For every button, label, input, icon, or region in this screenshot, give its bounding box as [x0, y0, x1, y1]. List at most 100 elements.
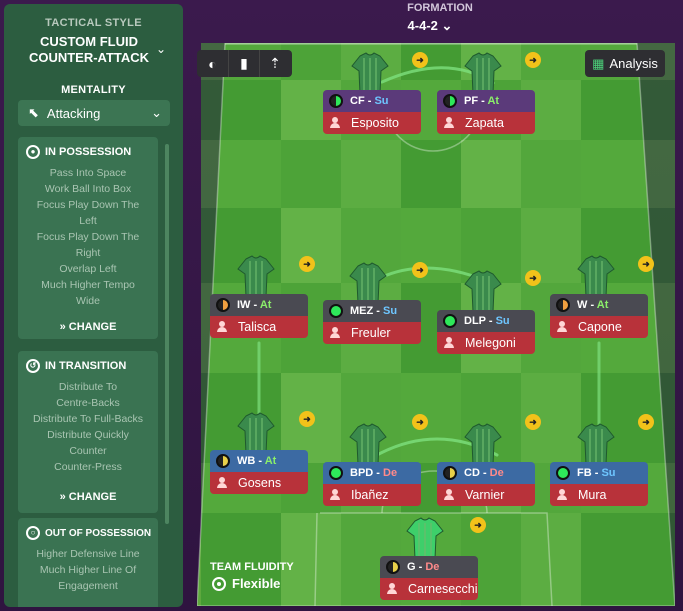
player-instruction-icon[interactable]: ➜ — [525, 52, 541, 68]
team-fluidity-label: TEAM FLUIDITY — [210, 561, 294, 573]
contrast-icon[interactable]: ◐ — [197, 50, 228, 77]
analysis-button[interactable]: ▦ Analysis — [585, 50, 665, 77]
ball-icon: ● — [26, 145, 40, 159]
person-icon — [216, 321, 228, 333]
player-name-bar[interactable]: Mura — [550, 484, 648, 506]
role-label: CD - De — [464, 467, 504, 479]
player-role[interactable]: IW - At — [210, 294, 308, 316]
player-name: Carnesecchi — [408, 582, 478, 596]
pitch-zone — [401, 140, 461, 208]
player-role[interactable]: W - At — [550, 294, 648, 316]
bar-chart-icon[interactable]: ▮ — [228, 50, 259, 77]
formation-selector[interactable]: 4-4-2 ⌄ — [370, 18, 490, 34]
player-role[interactable]: CF - Su — [323, 90, 421, 112]
pitch-zone — [281, 140, 341, 208]
player-card[interactable]: CD - De Varnier — [437, 462, 535, 506]
player-instruction-icon[interactable]: ➜ — [638, 414, 654, 430]
in-transition-change-button[interactable]: » CHANGE — [18, 491, 158, 503]
player-role[interactable]: DLP - Su — [437, 310, 535, 332]
player-name-bar[interactable]: Carnesecchi — [380, 578, 478, 600]
player-name-bar[interactable]: Esposito — [323, 112, 421, 134]
player-role[interactable]: MEZ - Su — [323, 300, 421, 322]
player-card[interactable]: IW - At Talisca — [210, 294, 308, 338]
player-card[interactable]: WB - At Gosens — [210, 450, 308, 494]
pitch-zone — [201, 513, 281, 606]
player-role[interactable]: BPD - De — [323, 462, 421, 484]
player-shirt-icon — [463, 423, 503, 467]
change-label: CHANGE — [68, 491, 117, 503]
player-role[interactable]: G - De — [380, 556, 478, 578]
player-instruction-icon[interactable]: ➜ — [470, 517, 486, 533]
player-name-bar[interactable]: Capone — [550, 316, 648, 338]
in-possession-change-button[interactable]: » CHANGE — [18, 321, 158, 333]
player-card[interactable]: W - At Capone — [550, 294, 648, 338]
role-familiarity-icon — [329, 466, 343, 480]
player-instruction-icon[interactable]: ➜ — [412, 414, 428, 430]
role-familiarity-icon — [556, 298, 570, 312]
player-shirt-icon — [348, 423, 388, 467]
player-role[interactable]: CD - De — [437, 462, 535, 484]
tactical-style-name[interactable]: CUSTOM FLUID COUNTER-ATTACK — [14, 34, 164, 66]
player-instruction-icon[interactable]: ➜ — [299, 411, 315, 427]
player-instruction-icon[interactable]: ➜ — [412, 52, 428, 68]
player-card[interactable]: CF - Su Esposito — [323, 90, 421, 134]
role-label: IW - At — [237, 299, 272, 311]
out-of-possession-panel[interactable]: ○ OUT OF POSSESSION Higher Defensive Line… — [18, 518, 158, 607]
player-name-bar[interactable]: Talisca — [210, 316, 308, 338]
analysis-label: Analysis — [609, 56, 658, 71]
player-instruction-icon[interactable]: ➜ — [412, 262, 428, 278]
in-transition-panel[interactable]: ↺ IN TRANSITION Distribute To Centre-Backs… — [18, 351, 158, 513]
person-icon — [556, 321, 568, 333]
player-card[interactable]: FB - Su Mura — [550, 462, 648, 506]
player-role[interactable]: PF - At — [437, 90, 535, 112]
person-icon — [556, 489, 568, 501]
player-name-bar[interactable]: Ibañez — [323, 484, 421, 506]
player-name-bar[interactable]: Freuler — [323, 322, 421, 344]
player-shirt-icon — [463, 270, 503, 314]
role-label: W - At — [577, 299, 609, 311]
team-fluidity-selector[interactable]: Flexible — [212, 576, 280, 591]
pitch-zone — [401, 373, 461, 463]
role-label: G - De — [407, 561, 440, 573]
player-card[interactable]: G - De Carnesecchi — [380, 556, 478, 600]
instruction-item: Counter-Press — [54, 461, 122, 473]
pitch-zone — [201, 140, 281, 208]
role-familiarity-icon — [443, 94, 457, 108]
player-instruction-icon[interactable]: ➜ — [525, 414, 541, 430]
chevron-down-icon[interactable]: ⌄ — [156, 42, 166, 56]
player-card[interactable]: MEZ - Su Freuler — [323, 300, 421, 344]
player-shirt-icon — [576, 255, 616, 299]
change-label: CHANGE — [68, 321, 117, 333]
role-familiarity-icon — [329, 304, 343, 318]
player-instruction-icon[interactable]: ➜ — [638, 256, 654, 272]
player-name-bar[interactable]: Melegoni — [437, 332, 535, 354]
person-icon — [216, 477, 228, 489]
mentality-dropdown[interactable]: ⬉ Attacking ⌄ — [18, 100, 170, 126]
instruction-item: Left — [79, 215, 97, 227]
sidebar-scrollbar[interactable] — [165, 144, 169, 524]
instruction-item: Work Ball Into Box — [44, 183, 132, 195]
grid-icon: ▦ — [592, 55, 605, 71]
player-role[interactable]: FB - Su — [550, 462, 648, 484]
player-card[interactable]: BPD - De Ibañez — [323, 462, 421, 506]
style-name-line2: COUNTER-ATTACK — [28, 50, 150, 65]
pitch-zone — [341, 140, 401, 208]
role-familiarity-icon — [216, 298, 230, 312]
player-instruction-icon[interactable]: ➜ — [525, 270, 541, 286]
player-card[interactable]: PF - At Zapata — [437, 90, 535, 134]
view-toolbar: ◐ ▮ ⇡ — [197, 50, 292, 77]
shield-icon: ○ — [26, 526, 40, 540]
player-name-bar[interactable]: Zapata — [437, 112, 535, 134]
upload-icon[interactable]: ⇡ — [259, 50, 290, 77]
role-familiarity-icon — [443, 466, 457, 480]
player-card[interactable]: DLP - Su Melegoni — [437, 310, 535, 354]
player-role[interactable]: WB - At — [210, 450, 308, 472]
player-instruction-icon[interactable]: ➜ — [299, 256, 315, 272]
instruction-item: Overlap Left — [59, 263, 117, 275]
mentality-value: Attacking — [46, 105, 101, 121]
player-name-bar[interactable]: Varnier — [437, 484, 535, 506]
person-icon — [443, 489, 455, 501]
in-possession-panel[interactable]: ● IN POSSESSION Pass Into Space Work Ball … — [18, 137, 158, 339]
player-name-bar[interactable]: Gosens — [210, 472, 308, 494]
person-icon — [386, 583, 398, 595]
